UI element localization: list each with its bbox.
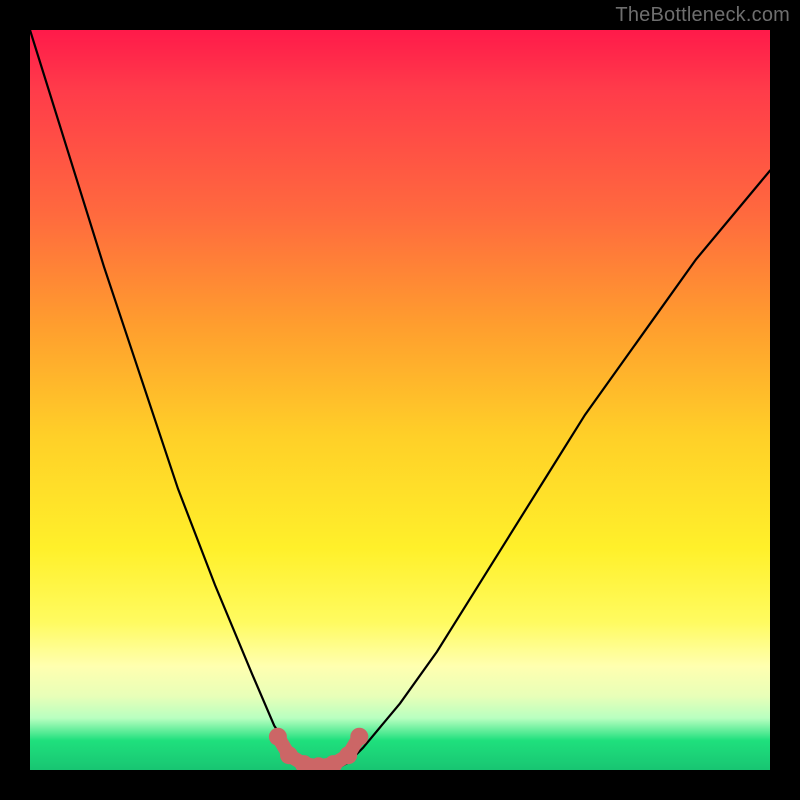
optimal-range-markers	[269, 728, 368, 770]
plot-area	[30, 30, 770, 770]
optimal-marker-dot	[269, 728, 287, 746]
curve-layer	[30, 30, 770, 770]
optimal-marker-dot	[339, 746, 357, 764]
optimal-marker-dot	[350, 728, 368, 746]
bottleneck-curve	[30, 30, 770, 770]
watermark-text: TheBottleneck.com	[615, 4, 790, 27]
chart-frame: TheBottleneck.com	[0, 0, 800, 800]
